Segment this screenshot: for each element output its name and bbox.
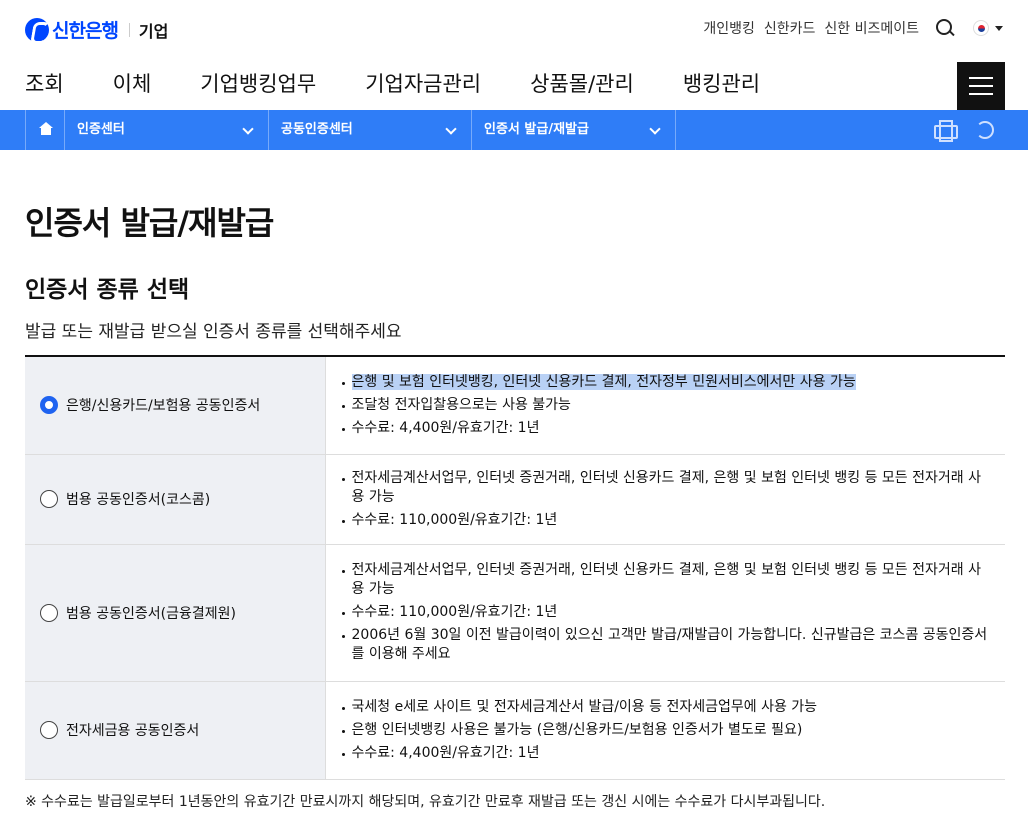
chevron-down-icon bbox=[649, 123, 661, 135]
radio-unselected-icon[interactable] bbox=[40, 603, 58, 622]
gnb-item-banking-mgmt[interactable]: 뱅킹관리 bbox=[683, 68, 760, 98]
list-item: 2006년 6월 30일 이전 발급이력이 있으신 고객만 발급/재발급이 가능… bbox=[341, 626, 990, 664]
cert-option-etax[interactable]: 전자세금용 공동인증서 bbox=[25, 681, 326, 780]
util-link-personal[interactable]: 개인뱅킹 bbox=[703, 18, 755, 38]
section-title: 인증서 종류 선택 bbox=[25, 277, 190, 303]
utility-nav: 개인뱅킹 신한카드 신한 비즈메이트 bbox=[694, 18, 1003, 38]
gnb-item-corp-banking[interactable]: 기업뱅킹업무 bbox=[200, 68, 316, 98]
util-link-bizmate[interactable]: 신한 비즈메이트 bbox=[824, 18, 919, 38]
table-row: 은행/신용카드/보험용 공동인증서 은행 및 보험 인터넷뱅킹, 인터넷 신용카… bbox=[25, 356, 1005, 455]
list-item: 은행 인터넷뱅킹 사용은 불가능 (은행/신용카드/보험용 인증서가 별도로 필… bbox=[341, 721, 990, 740]
language-selector[interactable] bbox=[973, 20, 1003, 36]
brand-name: 신한은행 bbox=[52, 20, 119, 42]
chevron-down-icon bbox=[445, 123, 457, 135]
search-icon[interactable] bbox=[935, 18, 955, 38]
refresh-icon[interactable] bbox=[976, 121, 994, 139]
home-icon[interactable] bbox=[25, 110, 65, 150]
cert-description: 전자세금계산서업무, 인터넷 증권거래, 인터넷 신용카드 결제, 은행 및 보… bbox=[325, 544, 1005, 682]
cert-option-kftc[interactable]: 범용 공동인증서(금융결제원) bbox=[25, 544, 326, 682]
hamburger-menu-button[interactable] bbox=[957, 62, 1005, 110]
hamburger-icon-line bbox=[969, 93, 993, 95]
main-nav: 조회 이체 기업뱅킹업무 기업자금관리 상품몰/관리 뱅킹관리 bbox=[0, 62, 1028, 110]
fee-note: ※ 수수료는 발급일로부터 1년동안의 유효기간 만료시까지 해당되며, 유효기… bbox=[25, 794, 826, 810]
gnb-item-product-mall[interactable]: 상품몰/관리 bbox=[530, 68, 634, 98]
breadcrumb-label: 공동인증센터 bbox=[281, 122, 353, 137]
cert-description: 국세청 e세로 사이트 및 전자세금계산서 발급/이용 등 전자세금업무에 사용… bbox=[325, 681, 1005, 780]
gnb-item-fund-mgmt[interactable]: 기업자금관리 bbox=[365, 68, 481, 98]
cert-type-table: 은행/신용카드/보험용 공동인증서 은행 및 보험 인터넷뱅킹, 인터넷 신용카… bbox=[25, 355, 1005, 780]
cert-option-bank[interactable]: 은행/신용카드/보험용 공동인증서 bbox=[25, 356, 326, 455]
brand-logo[interactable]: 신한은행 기업 bbox=[25, 16, 168, 43]
cert-option-koscom[interactable]: 범용 공동인증서(코스콤) bbox=[25, 454, 326, 545]
bullet-text: 은행 및 보험 인터넷뱅킹, 인터넷 신용카드 결제, 전자정부 민원서비스에서… bbox=[351, 373, 856, 390]
hamburger-icon-line bbox=[969, 77, 993, 79]
section-description: 발급 또는 재발급 받으실 인증서 종류를 선택해주세요 bbox=[25, 322, 402, 342]
shinhan-logo-icon bbox=[25, 17, 49, 42]
list-item: 수수료: 4,400원/유효기간: 1년 bbox=[341, 419, 990, 438]
cert-description: 전자세금계산서업무, 인터넷 증권거래, 인터넷 신용카드 결제, 은행 및 보… bbox=[325, 454, 1005, 545]
list-item: 국세청 e세로 사이트 및 전자세금계산서 발급/이용 등 전자세금업무에 사용… bbox=[341, 698, 990, 717]
cert-description: 은행 및 보험 인터넷뱅킹, 인터넷 신용카드 결제, 전자정부 민원서비스에서… bbox=[325, 356, 1005, 455]
breadcrumb: 인증센터 공동인증센터 인증서 발급/재발급 bbox=[0, 110, 1028, 150]
breadcrumb-level-3[interactable]: 인증서 발급/재발급 bbox=[472, 110, 676, 150]
breadcrumb-label: 인증센터 bbox=[77, 122, 125, 137]
list-item: 수수료: 110,000원/유효기간: 1년 bbox=[341, 511, 990, 530]
top-header: 신한은행 기업 개인뱅킹 신한카드 신한 비즈메이트 bbox=[0, 0, 1028, 58]
list-item: 수수료: 4,400원/유효기간: 1년 bbox=[341, 744, 990, 763]
gnb-item-inquiry[interactable]: 조회 bbox=[25, 68, 64, 98]
list-item: 은행 및 보험 인터넷뱅킹, 인터넷 신용카드 결제, 전자정부 민원서비스에서… bbox=[341, 373, 990, 392]
radio-unselected-icon[interactable] bbox=[40, 721, 58, 739]
chevron-down-icon bbox=[242, 123, 254, 135]
list-item: 수수료: 110,000원/유효기간: 1년 bbox=[341, 603, 990, 622]
table-row: 범용 공동인증서(코스콤) 전자세금계산서업무, 인터넷 증권거래, 인터넷 신… bbox=[25, 454, 1005, 545]
breadcrumb-level-1[interactable]: 인증센터 bbox=[65, 110, 269, 150]
list-item: 전자세금계산서업무, 인터넷 증권거래, 인터넷 신용카드 결제, 은행 및 보… bbox=[341, 469, 990, 507]
brand-sub: 기업 bbox=[138, 21, 169, 41]
caret-down-icon bbox=[995, 25, 1003, 31]
korea-flag-icon bbox=[973, 20, 989, 36]
table-row: 범용 공동인증서(금융결제원) 전자세금계산서업무, 인터넷 증권거래, 인터넷… bbox=[25, 544, 1005, 682]
cert-option-label: 범용 공동인증서(금융결제원) bbox=[66, 605, 236, 622]
table-row: 전자세금용 공동인증서 국세청 e세로 사이트 및 전자세금계산서 발급/이용 … bbox=[25, 681, 1005, 780]
logo-divider bbox=[128, 22, 130, 37]
gnb-item-transfer[interactable]: 이체 bbox=[113, 68, 152, 98]
cert-option-label: 은행/신용카드/보험용 공동인증서 bbox=[66, 398, 261, 415]
print-icon[interactable] bbox=[934, 120, 958, 142]
radio-unselected-icon[interactable] bbox=[40, 490, 58, 508]
list-item: 전자세금계산서업무, 인터넷 증권거래, 인터넷 신용카드 결제, 은행 및 보… bbox=[341, 561, 990, 599]
cert-option-label: 범용 공동인증서(코스콤) bbox=[66, 492, 211, 508]
radio-selected-icon[interactable] bbox=[40, 396, 58, 415]
hamburger-icon-line bbox=[969, 85, 993, 87]
page-title: 인증서 발급/재발급 bbox=[25, 204, 274, 242]
breadcrumb-level-2[interactable]: 공동인증센터 bbox=[269, 110, 472, 150]
util-link-card[interactable]: 신한카드 bbox=[764, 18, 816, 38]
list-item: 조달청 전자입찰용으로는 사용 불가능 bbox=[341, 396, 990, 415]
breadcrumb-label: 인증서 발급/재발급 bbox=[484, 122, 589, 137]
cert-option-label: 전자세금용 공동인증서 bbox=[66, 723, 200, 739]
